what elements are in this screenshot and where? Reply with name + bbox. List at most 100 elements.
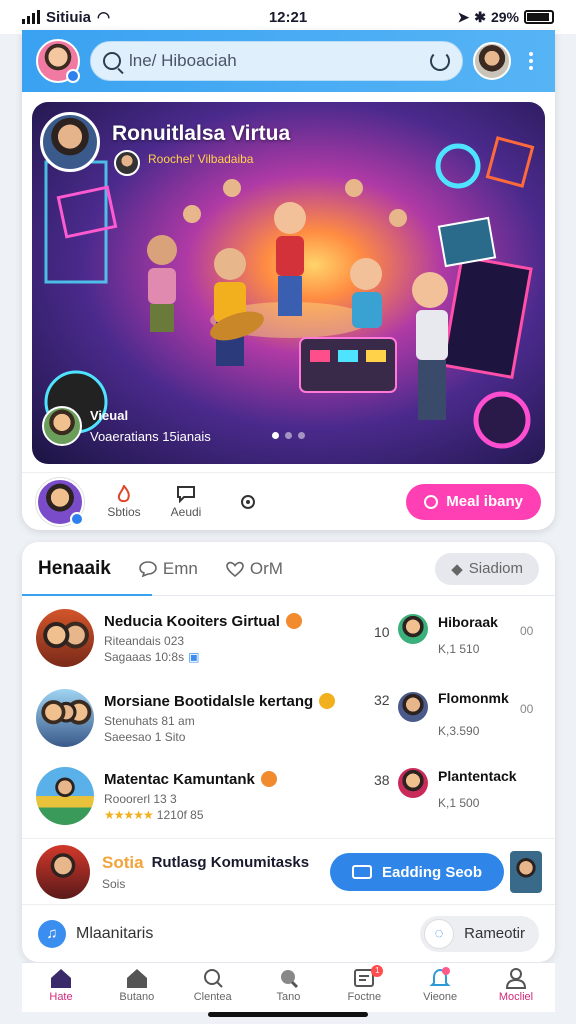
house-icon [126,969,147,988]
battery-percent: 29% [490,9,519,25]
heart-icon [226,561,244,577]
side-extra: 00 [520,702,534,716]
hero-caption-title: Vieual [90,408,129,423]
item-meta: Sagaaas 10:8s [104,649,185,664]
join-button[interactable]: Eadding Seob [330,853,504,891]
nav-discover[interactable]: Clentea [184,967,242,1012]
nav-label: Butano [119,991,155,1003]
primary-action-button[interactable]: Meal ibany [406,483,541,520]
nav-label: Vieone [423,991,458,1003]
item-title: Matentac Kamuntank [104,770,255,788]
bluetooth-icon: ✱ [474,8,486,25]
filter-pill[interactable]: ◆ Siadiom [435,552,539,585]
host-avatar[interactable] [114,150,140,176]
bottom-navigation: Hate Butano Clentea Tano 1 Foctne Vieone… [22,962,555,1012]
presenter-avatar[interactable] [42,406,82,446]
signal-icon [22,10,40,24]
badge-icon [260,771,277,787]
user-avatar[interactable] [473,42,511,80]
chat-icon [177,485,195,503]
nav-label: Foctne [347,991,382,1003]
more-menu-icon[interactable] [521,52,541,70]
tab-favorites[interactable]: OrM [226,559,283,579]
hero-subtitle: Roochel' Vilbadaiba [148,152,254,166]
item-title: Rutlasg Komumitasks [151,854,310,871]
nav-search[interactable]: Tano [259,967,317,1012]
feature-card: lne/ Hiboaciah Ronuitlalsa Virtua Rooche… [22,30,555,530]
search-icon [203,969,223,988]
action-row: Sbtios Aeudi Meal ibany [22,472,555,530]
chat-bubble-icon [139,560,157,577]
list-item[interactable]: Morsiane Bootidalsle kertang Stenuhats 8… [22,678,555,758]
preview-thumbnail[interactable] [510,851,542,893]
nav-label: Clentea [193,991,232,1003]
action-label: Sbtios [107,504,141,519]
list-item[interactable]: Neducia Kooiters Girtual Riteandais 023 … [22,598,555,678]
side-avatar[interactable] [398,614,428,644]
hero-banner[interactable]: Ronuitlalsa Virtua Roochel' Vilbadaiba V… [32,102,545,464]
refresh-icon[interactable] [430,51,450,71]
profile-avatar[interactable] [36,39,80,83]
side-title: Flomonmk [438,690,509,706]
item-title: Morsiane Bootidalsle kertang [104,692,314,710]
member-count: 32 [374,692,390,708]
location-icon: ➤ [457,8,470,25]
action-stories[interactable]: Sbtios [102,484,146,519]
search-input[interactable]: lne/ Hiboaciah [129,51,422,71]
home-indicator [208,1012,368,1017]
nav-notifications[interactable]: Vieone [411,967,469,1012]
carousel-dot[interactable] [298,432,305,439]
nav-home[interactable]: Hate [32,967,90,1012]
status-bar: Sitiuia ◠ 12:21 ➤ ✱ 29% [0,0,576,34]
brand-label: Sotia [102,852,144,872]
nav-label: Tano [276,991,301,1003]
music-icon[interactable]: ♫ [38,919,66,948]
refresh-pill[interactable]: ◌ Rameotir [420,915,539,952]
community-thumbnail [36,767,94,825]
side-avatar[interactable] [398,768,428,798]
community-thumbnail [36,609,94,667]
featured-community-row[interactable]: Sotia Rutlasg Komumitasks Sois Eadding S… [22,838,555,904]
side-subtitle: K,3.590 [438,724,480,738]
join-label: Eadding Seob [381,863,482,881]
action-audio[interactable]: Aeudi [164,485,208,519]
tab-active[interactable]: Henaaik [38,558,111,580]
community-list-card: Henaaik Emn OrM ◆ Siadiom Neducia Kooite… [22,542,555,962]
item-subtitle: Rooorerl 13 3 [104,791,177,806]
tab-messages[interactable]: Emn [139,559,198,579]
bell-icon [429,967,451,986]
nav-community[interactable]: Butano [108,967,166,1012]
screen-icon [351,865,372,879]
community-thumbnail [36,689,94,747]
side-avatar[interactable] [398,692,428,722]
image-icon: ▣ [188,649,200,664]
online-dot [66,69,80,83]
search-bar[interactable]: lne/ Hiboaciah [90,41,463,81]
carousel-dot[interactable] [272,432,279,439]
magnify-icon [281,970,299,989]
list-item[interactable]: Matentac Kamuntank Rooorerl 13 3 ★★★★★ 12… [22,756,555,836]
notification-badge: 1 [371,965,384,977]
tab-indicator [22,594,152,596]
nav-profile[interactable]: Mocliel [487,967,545,1012]
action-settings[interactable] [226,493,270,511]
filter-label: Siadiom [468,560,523,577]
wifi-icon: ◠ [97,9,111,26]
creator-avatar[interactable] [40,112,100,172]
profile-icon [505,968,526,989]
tab-bar: Henaaik Emn OrM ◆ Siadiom [22,542,555,596]
my-avatar[interactable] [36,477,84,526]
side-extra: 00 [520,624,534,638]
badge-icon [285,613,302,629]
member-count: 38 [374,772,390,788]
side-title: Hiboraak [438,614,498,630]
nav-inbox[interactable]: 1 Foctne [335,965,393,1012]
carousel-dots[interactable] [272,432,305,439]
rating-stars: ★★★★★ [104,807,154,822]
carrier-label: Sitiuia [46,8,92,26]
carousel-dot[interactable] [285,432,292,439]
mini-player: ♫ Mlaanitaris ◌ Rameotir [22,904,555,962]
hero-caption-text: Voaeratians 15ianais [90,429,211,444]
library-icon [424,494,439,509]
tab-label: Emn [162,558,198,578]
